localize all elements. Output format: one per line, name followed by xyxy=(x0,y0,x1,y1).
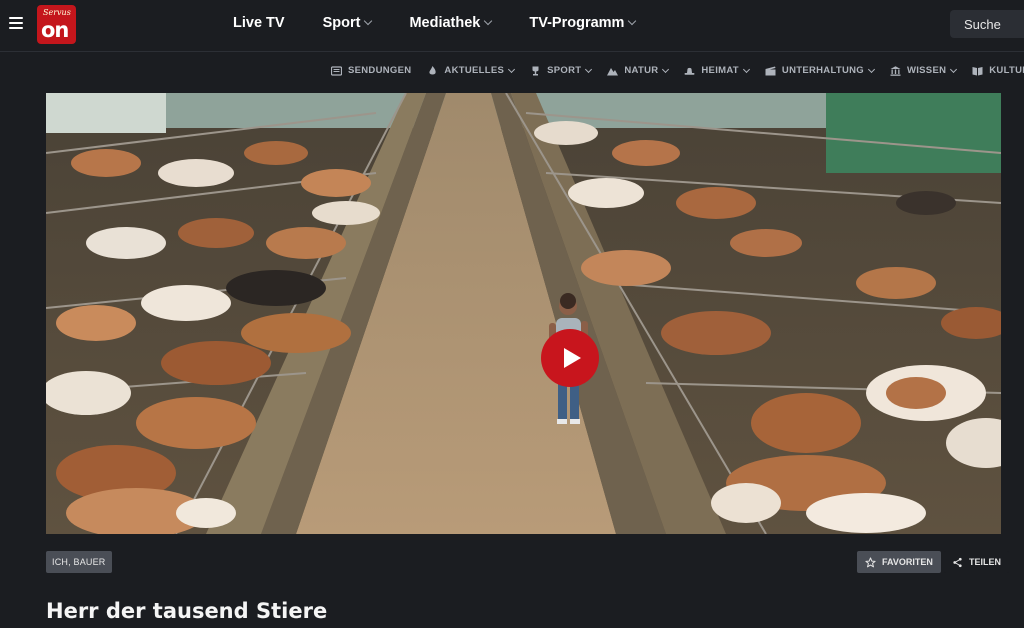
nav-mediathek[interactable]: Mediathek xyxy=(409,15,493,31)
chevron-down-icon xyxy=(484,16,493,26)
share-icon xyxy=(952,557,963,568)
category-navigation: SENDUNGEN AKTUELLES SPORT NATUR HEIMAT U… xyxy=(331,65,1024,76)
nav-sport[interactable]: Sport xyxy=(323,15,373,31)
nav-tv-programm[interactable]: TV-Programm xyxy=(529,15,637,31)
nav-live-tv[interactable]: Live TV xyxy=(233,15,285,31)
chevron-down-icon xyxy=(628,16,637,26)
flame-icon xyxy=(429,65,437,74)
main-navigation: Live TV Sport Mediathek TV-Programm xyxy=(233,15,673,31)
page-title: Herr der tausend Stiere xyxy=(46,599,328,623)
trophy-icon xyxy=(532,66,539,75)
book-icon xyxy=(972,66,983,75)
hamburger-menu-icon[interactable] xyxy=(9,17,23,29)
subnav-heimat[interactable]: HEIMAT xyxy=(684,65,750,76)
chevron-down-icon xyxy=(950,65,958,73)
chevron-down-icon xyxy=(364,16,373,26)
logo-text: on xyxy=(41,18,69,42)
subnav-unterhaltung[interactable]: UNTERHALTUNG xyxy=(765,65,876,76)
top-bar: Servus on Live TV Sport Mediathek TV-Pro… xyxy=(0,0,1024,52)
chevron-down-icon xyxy=(662,65,670,73)
search-button[interactable]: Suche xyxy=(950,10,1024,38)
logo-script: Servus xyxy=(43,8,71,17)
share-button[interactable]: TEILEN xyxy=(944,551,1010,573)
favorites-button[interactable]: FAVORITEN xyxy=(857,551,941,573)
video-thumbnail-image xyxy=(46,93,1001,534)
hat-icon xyxy=(684,67,695,75)
subnav-kultur[interactable]: KULTUR xyxy=(972,65,1024,76)
play-icon[interactable] xyxy=(541,329,599,387)
series-tag[interactable]: ICH, BAUER xyxy=(46,551,112,573)
chevron-down-icon xyxy=(867,65,876,73)
chevron-down-icon xyxy=(508,65,516,73)
museum-icon xyxy=(890,65,901,76)
video-player[interactable] xyxy=(46,93,1001,534)
subnav-aktuelles[interactable]: AKTUELLES xyxy=(427,65,516,76)
tv-icon xyxy=(331,65,342,76)
chevron-down-icon xyxy=(742,65,750,73)
servus-on-logo[interactable]: Servus on xyxy=(37,5,76,44)
mountain-icon xyxy=(607,67,619,75)
subnav-sport[interactable]: SPORT xyxy=(530,65,593,76)
chevron-down-icon xyxy=(585,65,593,73)
star-icon xyxy=(865,556,876,568)
subnav-natur[interactable]: NATUR xyxy=(607,65,670,76)
subnav-sendungen[interactable]: SENDUNGEN xyxy=(331,65,411,76)
cinema-icon xyxy=(765,66,776,75)
subnav-wissen[interactable]: WISSEN xyxy=(890,65,958,76)
